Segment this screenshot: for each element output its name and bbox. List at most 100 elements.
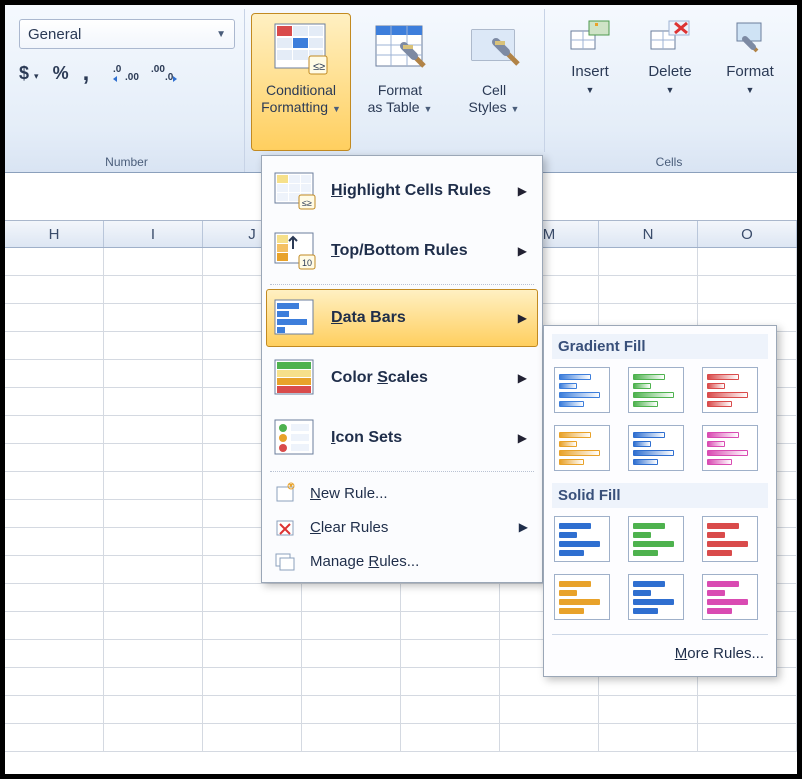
cell[interactable]: [401, 640, 500, 667]
insert-button[interactable]: Insert▼: [553, 17, 627, 97]
cell[interactable]: [5, 724, 104, 751]
cell[interactable]: [698, 276, 797, 303]
cell[interactable]: [104, 444, 203, 471]
cell[interactable]: [500, 724, 599, 751]
cell[interactable]: [5, 500, 104, 527]
data-bar-solid-swatch[interactable]: [702, 516, 758, 562]
cell[interactable]: [5, 360, 104, 387]
cell[interactable]: [5, 556, 104, 583]
cell[interactable]: [5, 612, 104, 639]
menu-data-bars[interactable]: Data Bars ▶: [266, 289, 538, 347]
data-bar-solid-swatch[interactable]: [702, 574, 758, 620]
data-bar-solid-swatch[interactable]: [554, 516, 610, 562]
cell[interactable]: [203, 612, 302, 639]
menu-new-rule[interactable]: New Rule...: [266, 476, 538, 510]
cell[interactable]: [401, 696, 500, 723]
column-header[interactable]: I: [104, 221, 203, 247]
cell[interactable]: [104, 696, 203, 723]
cell[interactable]: [104, 332, 203, 359]
comma-format-button[interactable]: ,: [83, 59, 90, 87]
cell[interactable]: [104, 724, 203, 751]
data-bar-gradient-swatch[interactable]: [702, 367, 758, 413]
cell[interactable]: [401, 724, 500, 751]
data-bar-gradient-swatch[interactable]: [554, 425, 610, 471]
cell[interactable]: [698, 696, 797, 723]
cell[interactable]: [104, 276, 203, 303]
menu-highlight-cells-rules[interactable]: ≤≥ Highlight Cells Rules ▶: [266, 162, 538, 220]
cell[interactable]: [104, 612, 203, 639]
data-bar-gradient-swatch[interactable]: [554, 367, 610, 413]
cell[interactable]: [5, 416, 104, 443]
delete-button[interactable]: Delete▼: [633, 17, 707, 97]
menu-clear-rules[interactable]: Clear Rules ▶: [266, 510, 538, 544]
data-bar-solid-swatch[interactable]: [628, 516, 684, 562]
cell[interactable]: [104, 668, 203, 695]
cell[interactable]: [599, 724, 698, 751]
cell[interactable]: [302, 724, 401, 751]
data-bar-solid-swatch[interactable]: [628, 574, 684, 620]
cell[interactable]: [401, 668, 500, 695]
cell[interactable]: [302, 696, 401, 723]
cell[interactable]: [5, 388, 104, 415]
cell[interactable]: [401, 612, 500, 639]
data-bar-gradient-swatch[interactable]: [628, 425, 684, 471]
increase-decimal-button[interactable]: .0.00: [113, 62, 139, 84]
cell[interactable]: [104, 304, 203, 331]
data-bar-solid-swatch[interactable]: [554, 574, 610, 620]
cell[interactable]: [203, 640, 302, 667]
column-header[interactable]: O: [698, 221, 797, 247]
format-as-table-button[interactable]: Formatas Table ▼: [355, 13, 445, 151]
menu-icon-sets[interactable]: Icon Sets ▶: [266, 409, 538, 467]
cell[interactable]: [104, 556, 203, 583]
more-rules-button[interactable]: More Rules...: [552, 634, 768, 672]
cell[interactable]: [104, 248, 203, 275]
percent-format-button[interactable]: %: [53, 63, 69, 84]
menu-manage-rules[interactable]: Manage Rules...: [266, 544, 538, 578]
cell[interactable]: [5, 584, 104, 611]
cell[interactable]: [5, 276, 104, 303]
cell[interactable]: [698, 248, 797, 275]
cell[interactable]: [5, 696, 104, 723]
cell[interactable]: [302, 640, 401, 667]
column-header[interactable]: N: [599, 221, 698, 247]
format-button[interactable]: Format▼: [713, 17, 787, 97]
cell[interactable]: [5, 668, 104, 695]
cell[interactable]: [698, 724, 797, 751]
cell[interactable]: [203, 668, 302, 695]
cell[interactable]: [104, 640, 203, 667]
cell[interactable]: [5, 528, 104, 555]
cell[interactable]: [302, 668, 401, 695]
cell[interactable]: [302, 612, 401, 639]
cell[interactable]: [203, 724, 302, 751]
cell[interactable]: [5, 248, 104, 275]
cell[interactable]: [5, 472, 104, 499]
cell[interactable]: [104, 388, 203, 415]
menu-color-scales[interactable]: Color Scales ▶: [266, 349, 538, 407]
cell[interactable]: [5, 304, 104, 331]
data-bar-gradient-swatch[interactable]: [702, 425, 758, 471]
cell[interactable]: [599, 248, 698, 275]
cell[interactable]: [5, 444, 104, 471]
cell[interactable]: [104, 472, 203, 499]
cell[interactable]: [500, 696, 599, 723]
column-header[interactable]: H: [5, 221, 104, 247]
cell[interactable]: [302, 584, 401, 611]
accounting-format-button[interactable]: $ ▾: [19, 63, 39, 84]
cell[interactable]: [5, 332, 104, 359]
cell[interactable]: [104, 500, 203, 527]
cell[interactable]: [599, 696, 698, 723]
cell[interactable]: [5, 640, 104, 667]
number-format-dropdown[interactable]: General ▼: [19, 19, 235, 49]
cell[interactable]: [599, 276, 698, 303]
data-bar-gradient-swatch[interactable]: [628, 367, 684, 413]
cell[interactable]: [104, 360, 203, 387]
cell[interactable]: [104, 416, 203, 443]
cell[interactable]: [401, 584, 500, 611]
cell[interactable]: [104, 584, 203, 611]
cell[interactable]: [203, 696, 302, 723]
cell[interactable]: [104, 528, 203, 555]
menu-top-bottom-rules[interactable]: 10 Top/Bottom Rules ▶: [266, 222, 538, 280]
decrease-decimal-button[interactable]: .00.0: [151, 62, 177, 84]
conditional-formatting-button[interactable]: ≤≥ ConditionalFormatting ▼: [251, 13, 351, 151]
cell-styles-button[interactable]: CellStyles ▼: [449, 13, 539, 151]
